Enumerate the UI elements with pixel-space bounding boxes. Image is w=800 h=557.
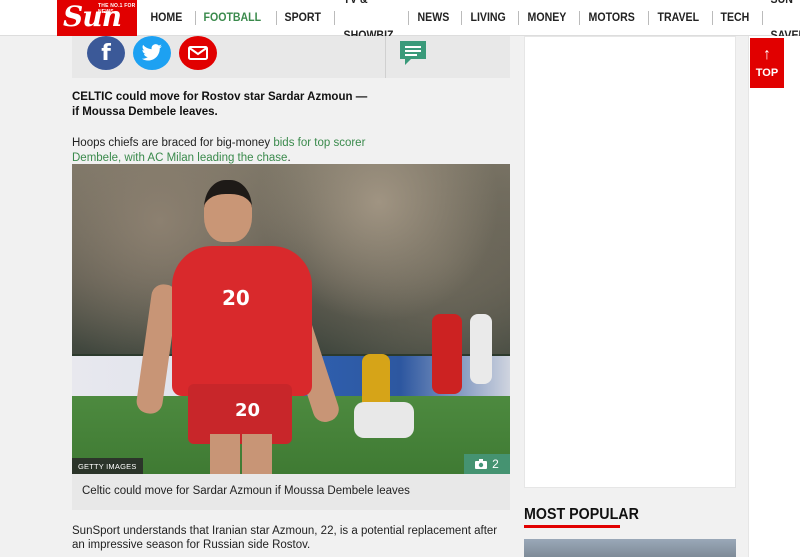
email-icon bbox=[188, 46, 208, 60]
nav-item-sport[interactable]: SPORT bbox=[279, 0, 326, 36]
camera-icon bbox=[475, 459, 488, 469]
nav-item-tech[interactable]: TECH bbox=[715, 0, 755, 36]
article-paragraph-2: SunSport understands that Iranian star A… bbox=[72, 525, 498, 551]
gallery-count: 2 bbox=[492, 457, 499, 471]
nav-separator bbox=[194, 11, 196, 25]
nav-item-home[interactable]: HOME bbox=[145, 0, 188, 36]
article-paragraph: Hoops chiefs are braced for big-money bi… bbox=[72, 136, 372, 166]
article-lede: CELTIC could move for Rostov star Sardar… bbox=[72, 91, 368, 118]
advert-slot bbox=[524, 36, 736, 488]
share-bar: f bbox=[72, 36, 510, 78]
article-content: f CELTIC could move for Rostov star Sard… bbox=[72, 36, 510, 551]
facebook-share-button[interactable]: f bbox=[87, 36, 125, 70]
facebook-icon: f bbox=[101, 40, 111, 66]
image-credit: GETTY IMAGES bbox=[72, 458, 143, 474]
image-caption: Celtic could move for Sardar Azmoun if M… bbox=[72, 474, 510, 510]
player-leg bbox=[242, 434, 272, 474]
nav-separator bbox=[578, 11, 580, 25]
nav-separator bbox=[275, 11, 277, 25]
heading-underline bbox=[524, 525, 620, 528]
twitter-icon bbox=[141, 44, 162, 61]
nav-item-motors[interactable]: MOTORS bbox=[583, 0, 640, 36]
background-player bbox=[470, 314, 492, 384]
arrow-up-icon: ↑ bbox=[763, 46, 771, 63]
nav-separator bbox=[647, 11, 649, 25]
nav-item-travel[interactable]: TRAVEL bbox=[652, 0, 705, 36]
nav-separator bbox=[518, 11, 519, 25]
nav-separator bbox=[761, 11, 763, 25]
nav-item-living[interactable]: LIVING bbox=[465, 0, 511, 36]
jersey-number: 20 bbox=[222, 286, 250, 310]
player-leg bbox=[210, 434, 240, 474]
nav-item-news[interactable]: NEWS bbox=[412, 0, 455, 36]
logo-text: Sun bbox=[63, 0, 122, 33]
nav-separator bbox=[711, 11, 713, 25]
background-player bbox=[432, 314, 462, 394]
player-head bbox=[204, 180, 252, 242]
shorts-number: 20 bbox=[235, 400, 261, 421]
right-gutter bbox=[748, 36, 800, 557]
email-share-button[interactable] bbox=[179, 36, 217, 70]
player-shirt bbox=[172, 246, 312, 396]
share-divider bbox=[385, 36, 386, 78]
back-to-top-label: TOP bbox=[755, 67, 779, 79]
most-popular-thumbnail[interactable] bbox=[524, 539, 736, 557]
article-image[interactable]: 20 20 GETTY IMAGES 2 bbox=[72, 164, 510, 474]
gallery-button[interactable]: 2 bbox=[464, 454, 510, 474]
comments-icon[interactable] bbox=[399, 40, 427, 66]
nav-item-money[interactable]: MONEY bbox=[522, 0, 572, 36]
page: THE NO.1 FOR NEWS Sun HOME FOOTBALL SPORT T… bbox=[0, 0, 800, 557]
top-navigation: THE NO.1 FOR NEWS Sun HOME FOOTBALL SPORT T… bbox=[0, 0, 800, 42]
paragraph-text: Hoops chiefs are braced for big-money bbox=[72, 137, 274, 149]
main-nav: HOMEFOOTBALLSPORTTV & SHOWBIZNEWSLIVINGM… bbox=[145, 0, 800, 42]
nav-separator bbox=[408, 11, 409, 25]
most-popular-heading: MOST POPULAR bbox=[524, 506, 639, 523]
nav-separator bbox=[334, 11, 335, 25]
sun-logo[interactable]: THE NO.1 FOR NEWS Sun bbox=[57, 0, 137, 36]
paragraph-text-end: . bbox=[287, 152, 291, 164]
nav-separator bbox=[461, 11, 462, 25]
back-to-top-button[interactable]: ↑ TOP bbox=[750, 38, 784, 88]
twitter-share-button[interactable] bbox=[133, 36, 171, 70]
background-player bbox=[354, 402, 414, 438]
nav-item-football[interactable]: FOOTBALL bbox=[198, 0, 267, 36]
